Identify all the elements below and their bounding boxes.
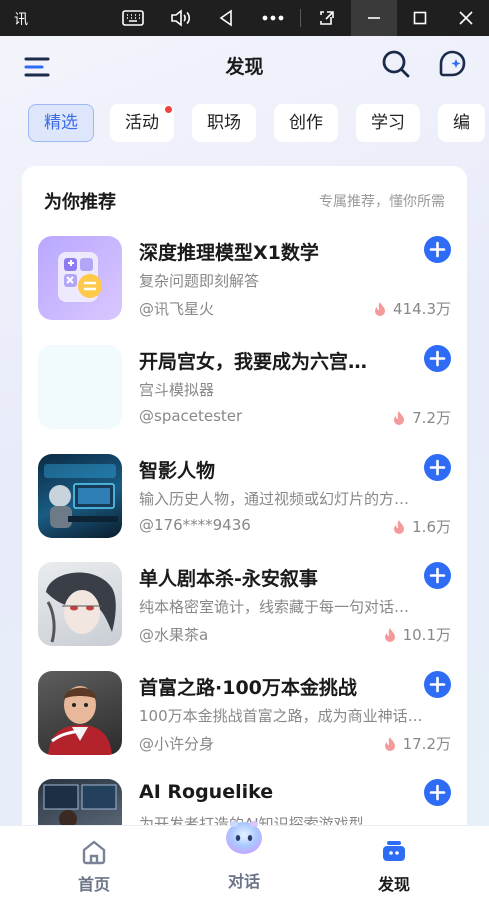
heat-value: 1.6万 bbox=[412, 518, 451, 536]
agent-thumbnail bbox=[38, 562, 122, 646]
flame-icon bbox=[384, 627, 395, 642]
tab-events[interactable]: 活动 bbox=[110, 104, 174, 142]
item-description: 宫斗模拟器 bbox=[139, 381, 215, 399]
tab-label: 编 bbox=[453, 113, 470, 133]
heat-count: 17.2万 bbox=[383, 733, 451, 754]
item-title: 深度推理模型X1数学 bbox=[139, 242, 319, 264]
item-title: 开局宫女，我要成为六宫… bbox=[139, 351, 368, 373]
bottom-navigation: 首页 对话 发现 bbox=[0, 821, 489, 906]
assistant-avatar-icon bbox=[226, 821, 262, 854]
add-button[interactable] bbox=[424, 454, 451, 481]
nav-home[interactable]: 首页 bbox=[49, 826, 139, 906]
flame-icon bbox=[375, 301, 386, 316]
discover-icon bbox=[383, 841, 405, 861]
nav-discover[interactable]: 发现 bbox=[349, 826, 439, 906]
add-button[interactable] bbox=[424, 562, 451, 589]
item-description: 输入历史人物，通过视频或幻灯片的方… bbox=[139, 490, 410, 508]
section-title: 为你推荐 bbox=[44, 192, 116, 213]
plus-icon bbox=[429, 350, 446, 367]
app-name: 讯 bbox=[14, 12, 28, 28]
nav-label: 对话 bbox=[227, 872, 260, 891]
agent-thumbnail bbox=[38, 779, 122, 825]
tab-featured[interactable]: 精选 bbox=[28, 104, 94, 142]
section-subtitle: 专属推荐，懂你所需 bbox=[319, 194, 445, 210]
create-agent-icon[interactable] bbox=[436, 48, 468, 80]
home-icon bbox=[82, 840, 106, 865]
list-item[interactable]: 首富之路·100万本金挑战 100万本金挑战首富之路，成为商业神话… @小许分身… bbox=[22, 671, 467, 767]
heat-count: 7.2万 bbox=[392, 407, 451, 428]
add-button[interactable] bbox=[424, 236, 451, 263]
item-author: @176****9436 bbox=[139, 516, 251, 534]
category-tabs: 精选 活动 职场 创作 学习 编 bbox=[28, 104, 489, 142]
nav-label: 首页 bbox=[77, 875, 110, 894]
more-dots-icon[interactable] bbox=[250, 0, 296, 36]
item-description: 纯本格密室诡计，线索藏于每一句对话… bbox=[139, 598, 410, 616]
search-icon[interactable] bbox=[380, 48, 412, 80]
tab-learning[interactable]: 学习 bbox=[356, 104, 420, 142]
tab-creation[interactable]: 创作 bbox=[274, 104, 338, 142]
back-triangle-icon[interactable] bbox=[203, 0, 249, 36]
nav-chat[interactable]: 对话 bbox=[199, 821, 289, 906]
heat-count: 10.1万 bbox=[383, 624, 451, 645]
list-item[interactable]: 开局宫女，我要成为六宫… 宫斗模拟器 @spacetester 7.2万 bbox=[22, 345, 467, 441]
tab-label: 活动 bbox=[125, 113, 159, 133]
plus-icon bbox=[429, 784, 446, 801]
item-title: AI Roguelike bbox=[139, 781, 274, 803]
close-icon[interactable] bbox=[443, 0, 489, 36]
nav-label: 发现 bbox=[377, 875, 410, 894]
flame-icon bbox=[394, 410, 405, 425]
agent-thumbnail bbox=[38, 454, 122, 538]
item-title: 首富之路·100万本金挑战 bbox=[139, 677, 357, 699]
volume-icon[interactable] bbox=[157, 0, 203, 36]
list-item[interactable]: 深度推理模型X1数学 复杂问题即刻解答 @讯飞星火 414.3万 bbox=[22, 236, 467, 332]
plus-icon bbox=[429, 567, 446, 584]
minimize-icon[interactable] bbox=[351, 0, 397, 36]
item-author: @水果茶a bbox=[139, 626, 209, 644]
heat-value: 17.2万 bbox=[402, 735, 451, 753]
page-title: 发现 bbox=[225, 56, 264, 78]
tab-label: 创作 bbox=[289, 113, 323, 133]
item-description: 复杂问题即刻解答 bbox=[139, 272, 260, 290]
agent-thumbnail bbox=[38, 671, 122, 755]
item-description: 100万本金挑战首富之路，成为商业神话… bbox=[139, 707, 423, 725]
heat-value: 414.3万 bbox=[393, 300, 451, 318]
item-author: @spacetester bbox=[139, 407, 243, 425]
keyboard-icon[interactable] bbox=[110, 0, 156, 36]
heat-count: 414.3万 bbox=[373, 298, 451, 319]
list-item[interactable]: 单人剧本杀-永安叙事 纯本格密室诡计，线索藏于每一句对话… @水果茶a 10.1… bbox=[22, 562, 467, 658]
item-author: @小许分身 bbox=[139, 735, 215, 753]
tab-workplace[interactable]: 职场 bbox=[192, 104, 256, 142]
new-badge-dot bbox=[165, 106, 172, 113]
recommend-card: 为你推荐 专属推荐，懂你所需 深度推理模型X1数学 复杂问题即刻解答 @讯飞星火… bbox=[22, 166, 467, 846]
heat-value: 7.2万 bbox=[412, 409, 451, 427]
item-author: @讯飞星火 bbox=[139, 300, 215, 318]
flame-icon bbox=[384, 736, 395, 751]
list-item[interactable]: 智影人物 输入历史人物，通过视频或幻灯片的方… @176****9436 1.6… bbox=[22, 454, 467, 550]
agent-thumbnail bbox=[38, 345, 122, 429]
add-button[interactable] bbox=[424, 345, 451, 372]
tab-label: 学习 bbox=[371, 113, 405, 133]
titlebar-divider bbox=[300, 9, 301, 27]
tab-label: 职场 bbox=[207, 113, 241, 133]
window-title-bar: 讯 bbox=[0, 0, 489, 36]
plus-icon bbox=[429, 241, 446, 258]
screenshot-icon[interactable] bbox=[304, 0, 350, 36]
tab-programming[interactable]: 编 bbox=[438, 104, 485, 142]
agent-thumbnail bbox=[38, 236, 122, 320]
maximize-icon[interactable] bbox=[397, 0, 443, 36]
heat-value: 10.1万 bbox=[402, 626, 451, 644]
heat-count: 1.6万 bbox=[392, 516, 451, 537]
item-description: 为开发者打造的AI知识探索游戏型… bbox=[139, 815, 379, 825]
add-button[interactable] bbox=[424, 671, 451, 698]
add-button[interactable] bbox=[424, 779, 451, 806]
item-title: 智影人物 bbox=[139, 460, 216, 482]
plus-icon bbox=[429, 676, 446, 693]
flame-icon bbox=[394, 519, 405, 534]
plus-icon bbox=[429, 459, 446, 476]
tab-label: 精选 bbox=[44, 113, 78, 133]
item-title: 单人剧本杀-永安叙事 bbox=[139, 568, 318, 590]
